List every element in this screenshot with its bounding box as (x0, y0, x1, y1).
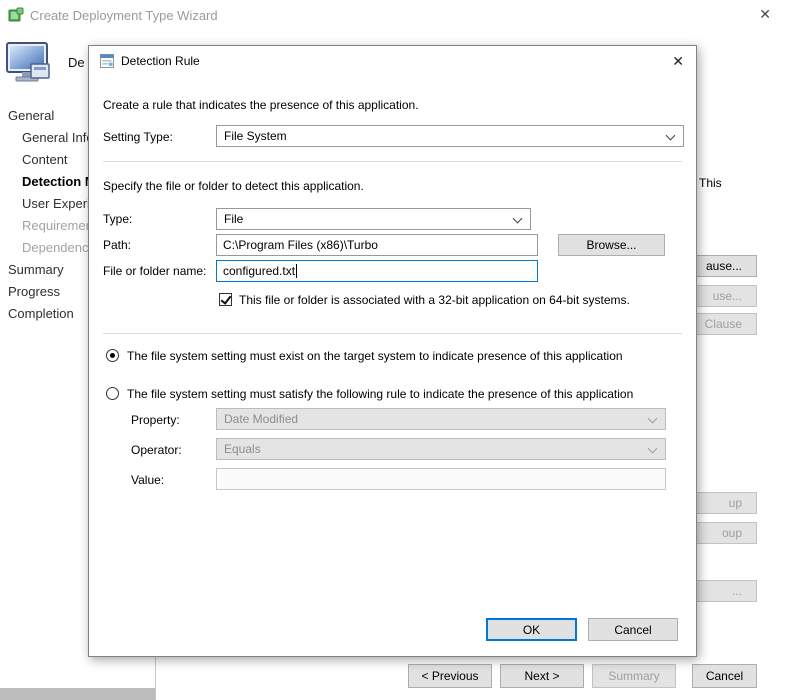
dialog-intro-text: Create a rule that indicates the presenc… (103, 98, 419, 112)
rule-satisfy-radio[interactable] (106, 387, 119, 400)
window-titlebar: Create Deployment Type Wizard ✕ (0, 0, 785, 30)
dialog-cancel-button[interactable]: Cancel (588, 618, 678, 641)
chevron-down-icon (648, 414, 658, 424)
sidebar-item-content[interactable]: Content (22, 152, 68, 167)
wizard-cancel-button[interactable]: Cancel (692, 664, 757, 688)
ok-button[interactable]: OK (486, 618, 577, 641)
browse-button[interactable]: Browse... (558, 234, 665, 256)
sidebar-item-detection-method[interactable]: Detection M (22, 174, 96, 189)
previous-button[interactable]: < Previous (408, 664, 492, 688)
file-name-input[interactable]: configured.txt (216, 260, 538, 282)
sidebar-item-user-experience[interactable]: User Experie (22, 196, 97, 211)
property-value: Date Modified (224, 412, 298, 426)
chevron-down-icon (666, 131, 676, 141)
sidebar-item-requirements: Requiremen (22, 218, 93, 233)
operator-value: Equals (224, 442, 261, 456)
rule-satisfy-label: The file system setting must satisfy the… (127, 387, 633, 401)
detection-rule-dialog: Detection Rule ✕ Create a rule that indi… (88, 45, 697, 657)
sidebar-item-completion: Completion (8, 306, 74, 321)
chevron-down-icon (648, 444, 658, 454)
path-label: Path: (103, 238, 131, 252)
section-separator (103, 161, 682, 162)
summary-button: Summary (592, 664, 676, 688)
type-value: File (224, 212, 243, 226)
chevron-down-icon (513, 214, 523, 224)
text-caret (296, 264, 297, 278)
next-button[interactable]: Next > (500, 664, 584, 688)
sidebar-item-general[interactable]: General (8, 108, 54, 123)
rule-exist-radio[interactable] (106, 349, 119, 362)
sidebar-item-general-information[interactable]: General Info (22, 130, 94, 145)
sidebar-item-progress: Progress (8, 284, 60, 299)
path-input[interactable]: C:\Program Files (x86)\Turbo (216, 234, 538, 256)
file-name-value: configured.txt (223, 264, 295, 278)
assoc-32bit-checkbox[interactable] (219, 293, 232, 306)
file-name-label: File or folder name: (103, 264, 206, 278)
value-input (216, 468, 666, 490)
window-close-icon[interactable]: ✕ (759, 6, 771, 23)
property-select: Date Modified (216, 408, 666, 430)
type-label: Type: (103, 212, 132, 226)
wizard-app-icon (8, 7, 24, 23)
background-text-fragment: This (699, 176, 722, 190)
dialog-close-icon[interactable]: ✕ (672, 53, 684, 70)
sidebar-item-summary[interactable]: Summary (8, 262, 64, 277)
path-value: C:\Program Files (x86)\Turbo (223, 238, 378, 252)
value-label: Value: (131, 473, 164, 487)
setting-type-value: File System (224, 129, 287, 143)
dialog-titlebar: Detection Rule ✕ (89, 46, 696, 76)
operator-select: Equals (216, 438, 666, 460)
detection-rule-dialog-icon (99, 53, 115, 69)
property-label: Property: (131, 413, 180, 427)
specify-text: Specify the file or folder to detect thi… (103, 179, 364, 193)
type-select[interactable]: File (216, 208, 531, 230)
setting-type-label: Setting Type: (103, 130, 173, 144)
window-bottom-strip (0, 688, 155, 700)
section-separator (103, 333, 682, 334)
application-icon (5, 40, 53, 90)
setting-type-select[interactable]: File System (216, 125, 684, 147)
operator-label: Operator: (131, 443, 182, 457)
dialog-title: Detection Rule (121, 54, 200, 68)
sidebar-item-dependencies: Dependenc (22, 240, 89, 255)
window-title: Create Deployment Type Wizard (30, 8, 218, 23)
wizard-heading-partial: De (68, 55, 85, 70)
rule-exist-label: The file system setting must exist on th… (127, 349, 623, 363)
assoc-32bit-label: This file or folder is associated with a… (239, 293, 630, 307)
